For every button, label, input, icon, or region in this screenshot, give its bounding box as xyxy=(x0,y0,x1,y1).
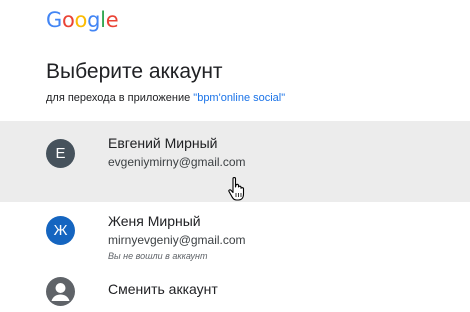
logo-letter-o1: o xyxy=(61,8,75,32)
logo-letter-g2: g xyxy=(87,8,101,32)
account-name: Женя Мирный xyxy=(108,213,201,229)
logo-letter-g: G xyxy=(46,8,62,32)
avatar: Ж xyxy=(46,216,75,245)
hand-pointer-icon xyxy=(228,177,245,201)
account-email: mirnyevgeniy@gmail.com xyxy=(108,233,246,247)
logo-letter-o2: o xyxy=(74,8,88,32)
account-name: Евгений Мирный xyxy=(108,135,218,151)
app-name-link[interactable]: "bpm'online social" xyxy=(193,92,285,104)
logo-letter-e: e xyxy=(105,8,119,32)
signed-out-note: Вы не вошли в аккаунт xyxy=(108,251,208,261)
avatar: E xyxy=(46,139,75,168)
page-title: Выберите аккаунт xyxy=(46,60,223,83)
account-circle-icon xyxy=(46,277,75,306)
account-list: E Евгений Мирный evgeniymirny@gmail.com … xyxy=(0,121,470,312)
account-email: evgeniymirny@gmail.com xyxy=(108,155,246,169)
subtitle-prefix: для перехода в приложение xyxy=(46,92,194,104)
switch-account-button[interactable]: Сменить аккаунт xyxy=(0,273,470,312)
account-item-zhenya[interactable]: Ж Женя Мирный mirnyevgeniy@gmail.com Вы … xyxy=(0,202,470,273)
account-item-evgeniy[interactable]: E Евгений Мирный evgeniymirny@gmail.com xyxy=(0,121,470,202)
switch-account-label: Сменить аккаунт xyxy=(108,281,218,297)
page-subtitle: для перехода в приложение "bpm'online so… xyxy=(46,92,285,104)
google-logo: Google xyxy=(46,8,119,33)
